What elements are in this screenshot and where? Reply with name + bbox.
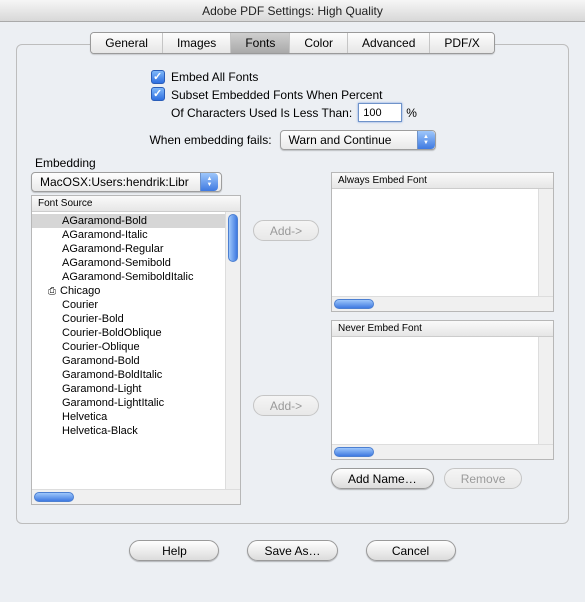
embed-all-label: Embed All Fonts (171, 70, 258, 84)
font-item[interactable]: Garamond-BoldItalic (32, 368, 225, 382)
scroll-thumb[interactable] (334, 447, 374, 457)
always-embed-header: Always Embed Font (332, 173, 553, 189)
tabstrip: General Images Fonts Color Advanced PDF/… (16, 32, 569, 54)
help-button[interactable]: Help (129, 540, 219, 561)
add-to-always-button[interactable]: Add-> (253, 220, 319, 241)
font-item[interactable]: Garamond-Bold (32, 354, 225, 368)
tab-general[interactable]: General (91, 33, 163, 53)
font-item[interactable]: Garamond-Light (32, 382, 225, 396)
subset-checkbox[interactable] (151, 87, 165, 101)
font-item[interactable]: Helvetica (32, 410, 225, 424)
font-item[interactable]: AGaramond-Bold (32, 214, 225, 228)
font-path-select[interactable]: MacOSX:Users:hendrik:Libr ▲▼ (31, 172, 222, 192)
font-item[interactable]: AGaramond-Semibold (32, 256, 225, 270)
add-name-button[interactable]: Add Name… (331, 468, 434, 489)
subset-percent-input[interactable] (358, 103, 402, 122)
font-item[interactable]: AGaramond-Italic (32, 228, 225, 242)
font-source-hscroll[interactable] (32, 489, 240, 504)
font-source-listbox[interactable]: Font Source AGaramond-BoldAGaramond-Ital… (31, 195, 241, 505)
font-item[interactable]: Courier-Bold (32, 312, 225, 326)
font-item[interactable]: Courier (32, 298, 225, 312)
tab-images[interactable]: Images (163, 33, 231, 53)
embedding-group-label: Embedding (35, 156, 554, 170)
always-embed-vscroll[interactable] (538, 189, 553, 296)
font-source-header: Font Source (32, 196, 240, 212)
never-embed-header: Never Embed Font (332, 321, 553, 337)
subset-label-line1: Subset Embedded Fonts When Percent (171, 87, 417, 103)
embed-all-checkbox[interactable] (151, 70, 165, 84)
add-to-never-button[interactable]: Add-> (253, 395, 319, 416)
subset-label-line2: Of Characters Used Is Less Than: (171, 105, 352, 121)
never-embed-vscroll[interactable] (538, 337, 553, 444)
tab-advanced[interactable]: Advanced (348, 33, 430, 53)
scroll-thumb[interactable] (228, 214, 238, 262)
scroll-thumb[interactable] (34, 492, 74, 502)
always-embed-listbox[interactable]: Always Embed Font (331, 172, 554, 312)
font-item[interactable]: AGaramond-SemiboldItalic (32, 270, 225, 284)
window-title: Adobe PDF Settings: High Quality (0, 0, 585, 22)
updown-icon: ▲▼ (200, 173, 218, 191)
font-item[interactable]: Courier-Oblique (32, 340, 225, 354)
never-embed-hscroll[interactable] (332, 444, 553, 459)
font-item[interactable]: Courier-BoldOblique (32, 326, 225, 340)
font-path-value: MacOSX:Users:hendrik:Libr (40, 175, 200, 189)
fonts-panel: Embed All Fonts Subset Embedded Fonts Wh… (16, 44, 569, 524)
font-item[interactable]: Garamond-LightItalic (32, 396, 225, 410)
always-embed-hscroll[interactable] (332, 296, 553, 311)
tab-fonts[interactable]: Fonts (231, 33, 290, 53)
percent-sign: % (406, 105, 417, 121)
embedding-fails-value: Warn and Continue (289, 133, 417, 147)
cancel-button[interactable]: Cancel (366, 540, 456, 561)
updown-icon: ▲▼ (417, 131, 435, 149)
font-item[interactable]: Helvetica-Black (32, 424, 225, 438)
remove-button[interactable]: Remove (444, 468, 523, 489)
font-item[interactable]: Chicago (32, 284, 225, 298)
font-source-vscroll[interactable] (225, 212, 240, 489)
never-embed-listbox[interactable]: Never Embed Font (331, 320, 554, 460)
embedding-fails-select[interactable]: Warn and Continue ▲▼ (280, 130, 436, 150)
scroll-thumb[interactable] (334, 299, 374, 309)
save-as-button[interactable]: Save As… (247, 540, 337, 561)
font-item[interactable]: AGaramond-Regular (32, 242, 225, 256)
embedding-fails-label: When embedding fails: (149, 133, 271, 147)
tab-color[interactable]: Color (290, 33, 348, 53)
tab-pdfx[interactable]: PDF/X (430, 33, 493, 53)
